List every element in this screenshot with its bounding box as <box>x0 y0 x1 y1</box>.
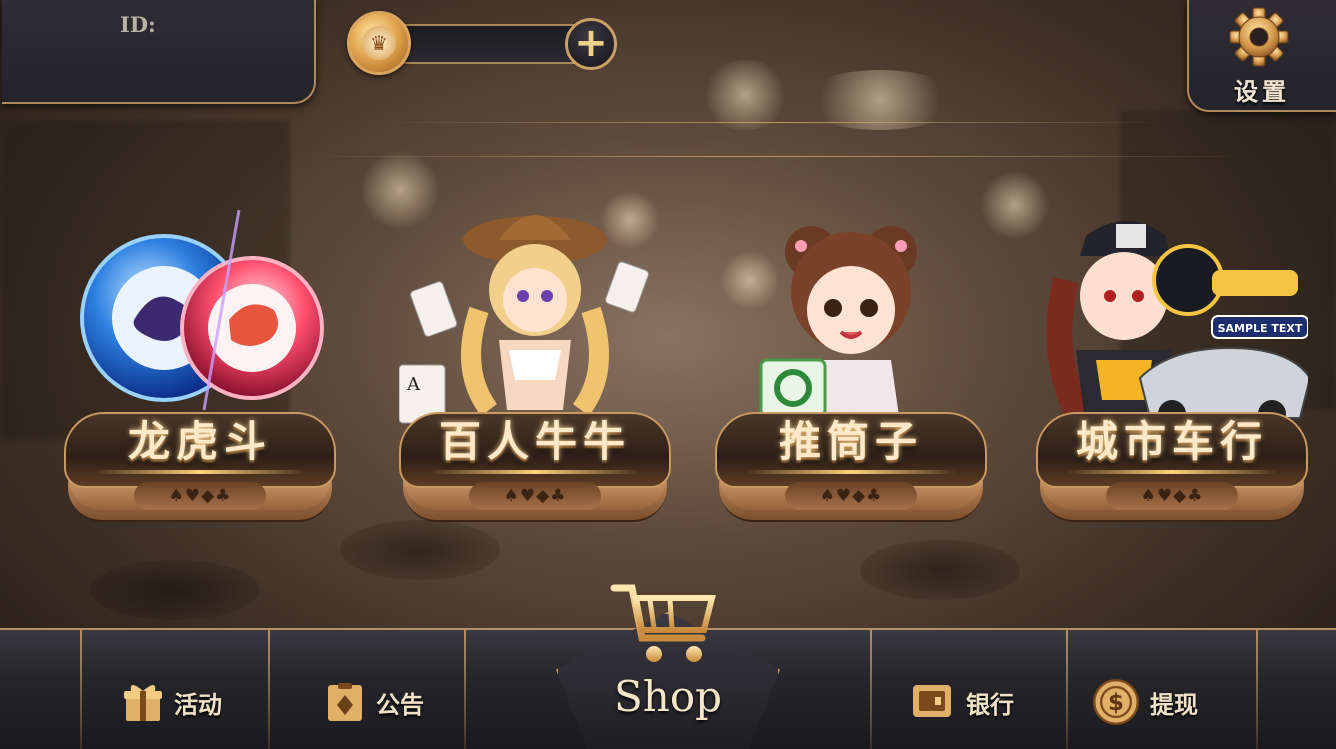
nav-withdraw-label: 提现 <box>1150 690 1198 719</box>
add-coins-button[interactable]: + <box>565 18 617 70</box>
game-card-bairen-niuniu[interactable]: A ♠♥◆♣ 百人牛牛 <box>398 200 671 540</box>
dragon-tiger-chips-icon <box>64 200 336 435</box>
suit-symbols: ♠♥◆♣ <box>134 482 266 510</box>
mahjong-girl-character-icon <box>715 200 987 435</box>
shopping-cart-icon[interactable] <box>610 578 720 666</box>
nav-activity-label: 活动 <box>174 690 222 719</box>
gift-icon <box>124 685 162 721</box>
suit-symbols: ♠♥◆♣ <box>1106 482 1238 510</box>
shop-label: Shop <box>614 672 722 721</box>
crown-coin-icon: ♛ <box>347 11 411 75</box>
game-card-city-car[interactable]: SAMPLE TEXT ♠♥◆♣ 城市车行 <box>1036 200 1312 540</box>
game-card-tuitongzi[interactable]: ♠♥◆♣ 推筒子 <box>715 200 987 540</box>
nav-bank-label: 银行 <box>966 690 1014 719</box>
nav-divider <box>464 628 466 749</box>
cowgirl-character-icon: A <box>398 200 671 435</box>
game-title: 百人牛牛 <box>438 417 631 466</box>
player-id-panel[interactable] <box>2 0 316 104</box>
game-card-dragon-tiger[interactable]: ♠♥◆♣ 龙虎斗 <box>64 200 336 540</box>
svg-text:A: A <box>406 374 421 395</box>
suit-symbols: ♠♥◆♣ <box>469 482 601 510</box>
nav-notice-button[interactable]: 公告 <box>324 672 424 732</box>
nav-activity-button[interactable]: 活动 <box>122 672 222 732</box>
sample-text-badge: SAMPLE TEXT <box>1218 322 1303 335</box>
nav-bank-button[interactable]: 银行 <box>908 672 1014 732</box>
gear-icon[interactable] <box>1228 6 1290 68</box>
nav-divider <box>1256 628 1258 749</box>
nav-divider <box>80 628 82 749</box>
notice-board-icon <box>328 683 362 721</box>
nav-withdraw-button[interactable]: $ 提现 <box>1092 672 1198 732</box>
nav-notice-label: 公告 <box>376 690 424 719</box>
racing-girl-character-icon: SAMPLE TEXT <box>1036 200 1312 437</box>
dollar-coin-icon: $ <box>1093 679 1139 725</box>
settings-label: 设置 <box>1234 78 1290 106</box>
nav-divider <box>870 628 872 749</box>
game-title: 城市车行 <box>1075 417 1268 466</box>
suit-symbols: ♠♥◆♣ <box>785 482 917 510</box>
game-title: 推筒子 <box>778 417 923 466</box>
svg-text:$: $ <box>1108 690 1124 716</box>
safe-icon <box>913 685 951 717</box>
player-id-label: ID: <box>120 12 156 37</box>
game-title: 龙虎斗 <box>127 417 272 466</box>
header-divider <box>380 122 1170 123</box>
header-divider-lower <box>300 156 1250 157</box>
nav-divider <box>1066 628 1068 749</box>
nav-divider <box>268 628 270 749</box>
